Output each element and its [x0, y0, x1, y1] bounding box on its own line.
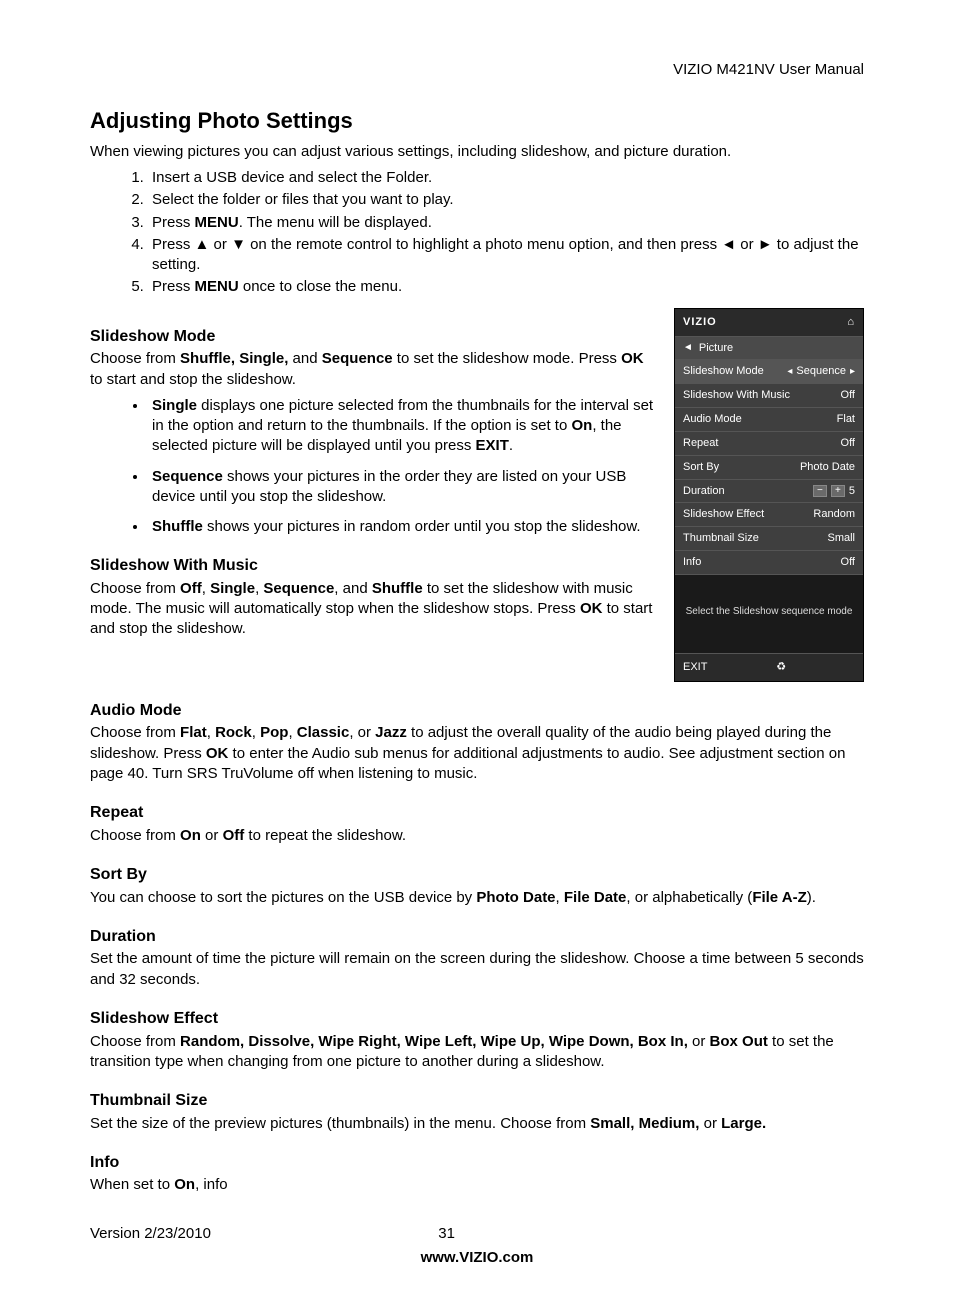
menu-row-label: Info	[683, 555, 701, 570]
header-right: VIZIO M421NV User Manual	[90, 60, 864, 80]
footer-version: Version 2/23/2010	[90, 1224, 438, 1244]
heading-duration: Duration	[90, 926, 864, 948]
step-3: Press MENU. The menu will be displayed.	[148, 213, 864, 233]
heading-slideshow-mode: Slideshow Mode	[90, 326, 656, 348]
left-arrow-icon[interactable]: ◂	[787, 365, 792, 379]
brand-logo: VIZIO	[683, 315, 717, 330]
menu-row-label: Duration	[683, 484, 725, 499]
menu-row-value: Small	[827, 531, 855, 546]
exit-button[interactable]: EXIT	[683, 660, 707, 675]
heading-thumbnail: Thumbnail Size	[90, 1090, 864, 1112]
menu-row[interactable]: Thumbnail Size Small	[675, 527, 863, 551]
up-icon: ▲	[195, 236, 210, 253]
minus-icon[interactable]: −	[813, 485, 827, 497]
home-icon[interactable]: ⌂	[847, 315, 855, 330]
bullet-single: Single displays one picture selected fro…	[148, 396, 656, 457]
down-icon: ▼	[231, 236, 246, 253]
right-arrow-icon[interactable]: ▸	[850, 365, 855, 379]
menu-row[interactable]: Sort By Photo Date	[675, 456, 863, 480]
thumbnail-text: Set the size of the preview pictures (th…	[90, 1114, 864, 1134]
info-text: When set to On, info	[90, 1175, 864, 1195]
step-5: Press MENU once to close the menu.	[148, 277, 864, 297]
menu-row-label: Repeat	[683, 436, 718, 451]
bullet-shuffle: Shuffle shows your pictures in random or…	[148, 517, 656, 537]
menu-row-label: Audio Mode	[683, 412, 742, 427]
menu-row-label: Slideshow With Music	[683, 388, 790, 403]
effect-text: Choose from Random, Dissolve, Wipe Right…	[90, 1032, 864, 1073]
intro-text: When viewing pictures you can adjust var…	[90, 142, 864, 162]
menu-footer: EXIT ♻	[675, 653, 863, 681]
footer-page-number: 31	[438, 1224, 864, 1244]
step-1: Insert a USB device and select the Folde…	[148, 168, 864, 188]
right-icon: ►	[758, 236, 773, 253]
duration-text: Set the amount of time the picture will …	[90, 949, 864, 990]
menu-row[interactable]: Slideshow With Music Off	[675, 384, 863, 408]
menu-row[interactable]: Duration −+5	[675, 480, 863, 504]
repeat-text: Choose from On or Off to repeat the slid…	[90, 826, 864, 846]
plus-icon[interactable]: +	[831, 485, 845, 497]
menu-breadcrumb[interactable]: ◄ Picture	[675, 337, 863, 361]
step-4: Press ▲ or ▼ on the remote control to hi…	[148, 235, 864, 276]
back-arrow-icon[interactable]: ◄	[683, 341, 693, 355]
menu-row-value: Random	[813, 507, 855, 522]
with-music-text: Choose from Off, Single, Sequence, and S…	[90, 579, 656, 640]
menu-row[interactable]: Slideshow Effect Random	[675, 503, 863, 527]
menu-row[interactable]: Slideshow Mode ◂ Sequence ▸	[675, 360, 863, 384]
osd-menu: VIZIO ⌂ ◄ Picture Slideshow Mode ◂ Sequen…	[674, 308, 864, 682]
menu-row-value: Flat	[837, 412, 855, 427]
page-title: Adjusting Photo Settings	[90, 106, 864, 136]
menu-row-label: Sort By	[683, 460, 719, 475]
breadcrumb-label: Picture	[699, 341, 733, 356]
audio-mode-text: Choose from Flat, Rock, Pop, Classic, or…	[90, 723, 864, 784]
slideshow-mode-text: Choose from Shuffle, Single, and Sequenc…	[90, 349, 656, 390]
menu-row-label: Thumbnail Size	[683, 531, 759, 546]
sort-by-text: You can choose to sort the pictures on t…	[90, 888, 864, 908]
menu-row-value: Off	[841, 555, 855, 570]
heading-effect: Slideshow Effect	[90, 1008, 864, 1030]
menu-row-value: −+5	[813, 484, 855, 499]
page-footer: Version 2/23/2010 31 www.VIZIO.com	[90, 1224, 864, 1269]
bullet-sequence: Sequence shows your pictures in the orde…	[148, 467, 656, 508]
footer-icon: ♻	[776, 660, 786, 675]
left-icon: ◄	[721, 236, 736, 253]
menu-row-value: ◂ Sequence ▸	[787, 364, 855, 379]
menu-row-value: Off	[841, 436, 855, 451]
heading-repeat: Repeat	[90, 802, 864, 824]
menu-row[interactable]: Info Off	[675, 551, 863, 575]
menu-row-value: Photo Date	[800, 460, 855, 475]
steps-list: Insert a USB device and select the Folde…	[90, 168, 864, 298]
menu-brand-row: VIZIO ⌂	[675, 309, 863, 337]
heading-info: Info	[90, 1152, 864, 1174]
heading-audio-mode: Audio Mode	[90, 700, 864, 722]
menu-row-value: Off	[841, 388, 855, 403]
menu-help-text: Select the Slideshow sequence mode	[675, 575, 863, 653]
step-2: Select the folder or files that you want…	[148, 190, 864, 210]
menu-row[interactable]: Audio Mode Flat	[675, 408, 863, 432]
footer-url: www.VIZIO.com	[90, 1248, 864, 1268]
slideshow-mode-bullets: Single displays one picture selected fro…	[90, 396, 656, 538]
menu-row-label: Slideshow Effect	[683, 507, 764, 522]
heading-sort-by: Sort By	[90, 864, 864, 886]
menu-row[interactable]: Repeat Off	[675, 432, 863, 456]
heading-with-music: Slideshow With Music	[90, 555, 656, 577]
menu-row-label: Slideshow Mode	[683, 364, 764, 379]
